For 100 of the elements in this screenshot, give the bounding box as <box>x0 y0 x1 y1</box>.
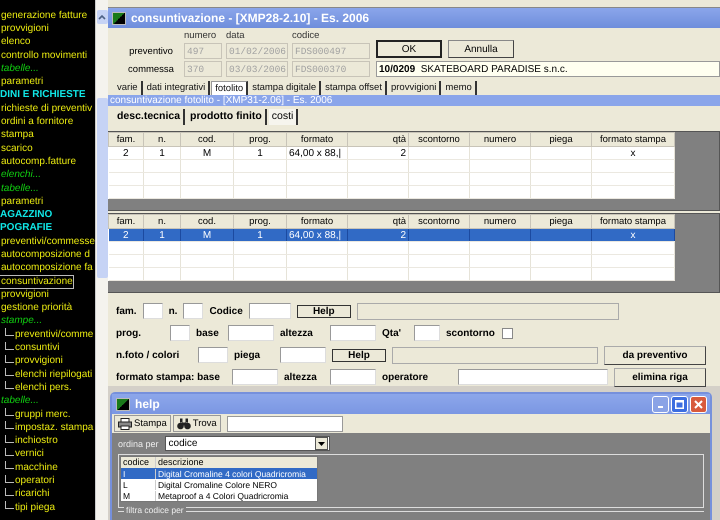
sidebar-item[interactable]: provvigioni <box>15 355 63 368</box>
input-field[interactable] <box>248 303 291 319</box>
column-header[interactable]: qtà <box>348 214 408 228</box>
sidebar-item[interactable]: vernici <box>15 448 44 460</box>
minimize-button[interactable] <box>652 396 669 412</box>
input-field[interactable] <box>183 303 204 319</box>
sidebar-item[interactable]: stampe... <box>0 315 42 328</box>
input-field[interactable] <box>198 347 228 363</box>
sidebar-item[interactable]: operatori <box>15 475 54 488</box>
column-header[interactable]: descrizione <box>156 457 204 468</box>
column-header[interactable]: n. <box>144 214 180 228</box>
list-row[interactable]: I Digital Cromaline 4 colori Quadricromia <box>121 468 317 479</box>
input-field[interactable] <box>232 369 278 385</box>
maximize-button[interactable] <box>671 396 688 412</box>
scrollbar-thumb[interactable] <box>96 98 108 278</box>
column-header[interactable]: formato <box>286 214 348 228</box>
sidebar-item[interactable]: autocomposizione fa <box>0 262 93 274</box>
sidebar-item[interactable]: inchiostro <box>15 435 58 448</box>
column-header[interactable]: piega <box>530 132 592 146</box>
sidebar-item[interactable]: scarico <box>0 142 33 155</box>
sidebar-item[interactable]: ricarichi <box>15 488 50 500</box>
sidebar-item[interactable]: parametri <box>0 76 44 88</box>
sidebar-item[interactable]: gestione priorità <box>0 302 72 314</box>
help-button[interactable]: Help <box>296 304 351 318</box>
column-header[interactable]: prog. <box>234 132 286 146</box>
input-field[interactable] <box>142 303 163 319</box>
tab[interactable]: prodotto finito <box>187 109 267 125</box>
input-field[interactable] <box>280 347 326 363</box>
column-header[interactable]: n. <box>144 132 180 146</box>
column-header[interactable]: formato stampa <box>592 132 674 146</box>
scrollbar[interactable] <box>95 0 108 520</box>
column-header[interactable]: formato stampa <box>592 214 674 228</box>
sidebar-item[interactable]: consuntivazione <box>0 276 73 288</box>
toolbar-button[interactable]: Stampa <box>114 415 171 432</box>
sort-dropdown[interactable]: codice <box>164 436 330 451</box>
sidebar-item[interactable]: gruppi merc. <box>15 408 71 421</box>
table-cell: x <box>630 230 636 240</box>
help-button[interactable]: Help <box>332 348 386 362</box>
column-header[interactable]: fam. <box>108 214 144 228</box>
sidebar-item[interactable]: stampa <box>0 129 34 142</box>
column-header[interactable]: cod. <box>180 214 234 228</box>
column-header[interactable]: scontorno <box>408 214 470 228</box>
sidebar-item[interactable]: tabelle... <box>0 395 39 408</box>
sidebar-item[interactable]: tabelle... <box>0 182 39 194</box>
input-field[interactable] <box>458 369 608 385</box>
table-row[interactable]: 2 1 M 1 64,00 x 88,| 2 x <box>108 146 674 160</box>
sidebar-item[interactable]: generazione fatture <box>0 10 88 22</box>
sidebar-item[interactable]: elenchi... <box>0 169 42 182</box>
sidebar-item[interactable]: POGRAFIE <box>0 222 52 234</box>
sidebar-item[interactable]: consuntivi <box>15 342 60 354</box>
column-header[interactable]: piega <box>530 214 592 228</box>
list-row[interactable]: M Metaproof a 4 Colori Quadricromia <box>121 490 317 501</box>
sidebar-item[interactable]: parametri <box>0 196 44 208</box>
input-field[interactable] <box>170 325 190 341</box>
column-header[interactable]: numero <box>470 132 530 146</box>
sidebar-item[interactable]: macchine <box>15 462 58 474</box>
column-header[interactable]: fam. <box>108 132 144 146</box>
sidebar-item[interactable]: provvigioni <box>0 22 49 35</box>
sidebar-item[interactable]: impostaz. stampa <box>15 422 94 434</box>
toolbar-button[interactable]: Trova <box>172 415 221 432</box>
dialog-button[interactable]: OK <box>376 40 442 58</box>
input-field[interactable] <box>228 325 274 341</box>
dialog-button[interactable]: Annulla <box>448 40 514 58</box>
sidebar-item[interactable]: AGAZZINO <box>0 209 52 222</box>
search-field[interactable] <box>226 416 343 432</box>
table-cell: 2 <box>400 230 406 240</box>
sidebar-item[interactable]: preventivi/comme <box>15 328 94 341</box>
action-button[interactable]: da preventivo <box>604 346 706 364</box>
list-row[interactable]: L Digital Cromaline Colore NERO <box>121 479 317 490</box>
sidebar-item[interactable]: elenchi riepilogati <box>15 368 92 381</box>
sidebar-item[interactable]: DINI E RICHIESTE <box>0 89 86 102</box>
sidebar-item[interactable]: richieste di preventiv <box>0 102 92 115</box>
close-button[interactable] <box>690 396 707 412</box>
sidebar-item[interactable]: controllo movimenti <box>0 50 88 62</box>
checkbox[interactable] <box>502 328 513 338</box>
input-field[interactable] <box>414 325 440 341</box>
scroll-up-icon[interactable] <box>98 14 106 20</box>
input-field[interactable] <box>330 369 376 385</box>
field-label: Codice <box>209 306 243 316</box>
sidebar-item[interactable]: ordini a fornitore <box>0 116 74 128</box>
column-header[interactable]: cod. <box>180 132 234 146</box>
sidebar-item[interactable]: elenco <box>0 36 30 48</box>
column-header[interactable]: formato <box>286 132 348 146</box>
column-header[interactable]: prog. <box>234 214 286 228</box>
tab[interactable]: fotolito <box>211 81 248 95</box>
action-button[interactable]: elimina riga <box>614 368 706 386</box>
column-header[interactable]: numero <box>470 214 530 228</box>
column-header[interactable]: qtà <box>348 132 408 146</box>
sidebar-item[interactable]: autocomp.fatture <box>0 156 76 168</box>
sidebar-item[interactable]: tipi piega <box>15 502 56 514</box>
sidebar-item[interactable]: elenchi pers. <box>15 382 72 394</box>
tab[interactable]: costi <box>268 109 298 125</box>
sidebar-item[interactable]: provvigioni <box>0 288 49 301</box>
column-header[interactable]: scontorno <box>408 132 470 146</box>
sidebar-item[interactable]: tabelle... <box>0 62 39 75</box>
input-field[interactable] <box>330 325 376 341</box>
tab[interactable]: desc.tecnica <box>114 109 186 125</box>
sidebar-item[interactable]: autocomposizione d <box>0 248 90 261</box>
table-row[interactable]: 2 1 M 1 64,00 x 88,| 2 x <box>108 228 674 242</box>
sidebar-item[interactable]: preventivi/commesse <box>0 236 95 248</box>
